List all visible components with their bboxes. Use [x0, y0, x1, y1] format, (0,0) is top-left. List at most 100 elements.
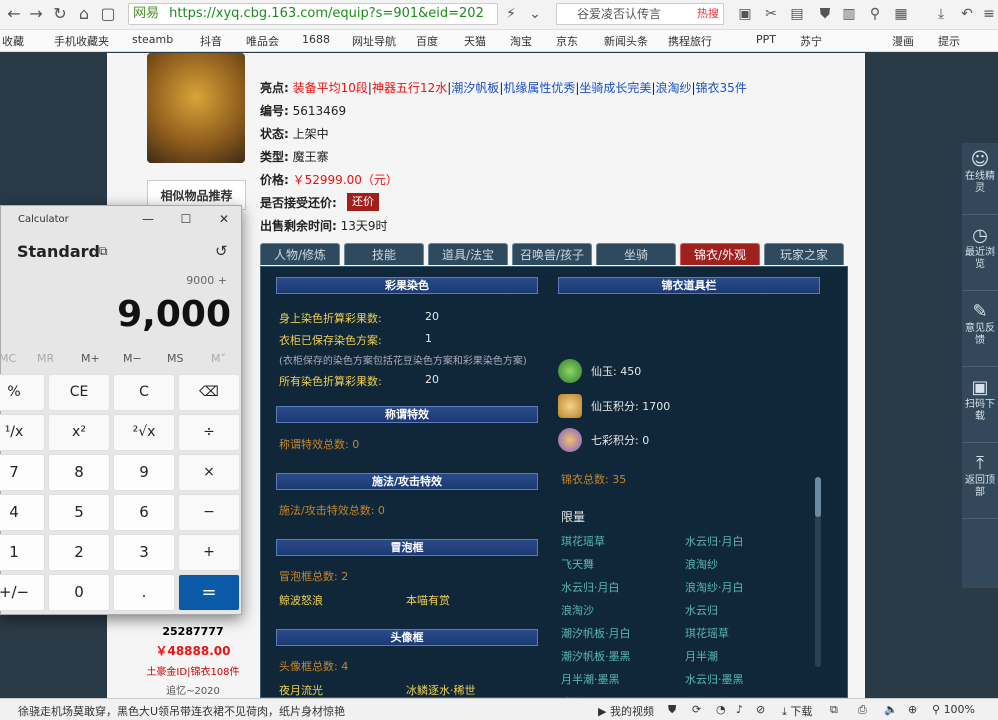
calc-key[interactable]: C	[113, 374, 175, 411]
sidebar-item-feedback[interactable]: ✎ 意见反馈	[962, 295, 998, 367]
calc-key[interactable]: ⌫	[178, 374, 240, 411]
bookmark-item[interactable]: 收藏	[2, 33, 24, 49]
reload-icon[interactable]: ↻	[50, 4, 70, 24]
search-input[interactable]: 谷爱凌否认传言 热搜	[556, 3, 724, 25]
print-icon[interactable]: ⎙	[858, 703, 867, 717]
calc-key[interactable]: +/−	[0, 574, 45, 611]
close-icon[interactable]: ✕	[213, 210, 235, 228]
notes-icon[interactable]: ▥	[840, 5, 858, 23]
volume-icon[interactable]: ♪	[736, 703, 743, 716]
calc-key[interactable]: 7	[0, 454, 45, 491]
bookmark-item[interactable]: 淘宝	[510, 33, 532, 49]
calc-key[interactable]: ¹/x	[0, 414, 45, 451]
calc-key[interactable]: 8	[48, 454, 110, 491]
calc-key[interactable]: 4	[0, 494, 45, 531]
calc-key[interactable]: 9	[113, 454, 175, 491]
address-bar[interactable]: 网易 https://xyq.cbg.163.com/equip?s=901&e…	[128, 3, 498, 25]
minimize-icon[interactable]: —	[137, 210, 159, 228]
extension-icon[interactable]: ▣	[736, 5, 754, 23]
lightning-icon[interactable]: ⚡	[502, 5, 520, 23]
volume-icon[interactable]: 🔈	[884, 703, 898, 716]
bookmark-item[interactable]: 漫画	[892, 33, 914, 49]
bookmark-item[interactable]: 1688	[302, 33, 330, 46]
undo-icon[interactable]: ↶	[958, 5, 976, 23]
calc-key[interactable]: ²√x	[113, 414, 175, 451]
menu-icon[interactable]: ≡	[980, 5, 998, 23]
back-icon[interactable]: ←	[4, 4, 24, 24]
memory-button[interactable]: M+	[81, 352, 100, 365]
download-icon[interactable]: ⤓	[932, 5, 950, 23]
calc-key[interactable]: 3	[113, 534, 175, 571]
calc-key[interactable]: ×	[178, 454, 240, 491]
memory-button[interactable]: MR	[37, 352, 54, 365]
memory-button[interactable]: M˅	[211, 352, 226, 365]
shield-status-icon[interactable]: ⛊	[668, 703, 676, 717]
history-icon[interactable]: ↺	[215, 242, 228, 260]
calc-key[interactable]: +	[178, 534, 240, 571]
bookmark-item[interactable]: PPT	[756, 33, 776, 46]
sidebar-item-online-sprite[interactable]: ☺ 在线精灵	[962, 143, 998, 215]
shield-icon[interactable]: ▢	[98, 4, 118, 24]
calc-key[interactable]: CE	[48, 374, 110, 411]
sidebar-item-top[interactable]: ⤒ 返回顶部	[962, 447, 998, 519]
zoom-icon[interactable]: ⚲	[866, 5, 884, 23]
chevron-down-icon[interactable]: ⌄	[526, 5, 544, 23]
refresh-icon[interactable]: ⟳	[692, 703, 701, 716]
calc-key[interactable]: ÷	[178, 414, 240, 451]
tab-home[interactable]: 玩家之家	[764, 243, 844, 265]
globe-icon[interactable]: ⊕	[908, 703, 917, 716]
calc-key[interactable]: 6	[113, 494, 175, 531]
tab-outfits[interactable]: 锦衣/外观	[680, 243, 760, 265]
forward-icon[interactable]: →	[26, 4, 46, 24]
tab-character[interactable]: 人物/修炼	[260, 243, 340, 265]
download-status[interactable]: ⤓ 下载	[782, 703, 812, 719]
video-icon[interactable]: ▤	[788, 5, 806, 23]
home-icon[interactable]: ⌂	[74, 4, 94, 24]
bargain-button[interactable]: 还价	[347, 193, 379, 211]
bookmark-item[interactable]: 京东	[556, 33, 578, 49]
news-ticker[interactable]: 徐骁走机场莫敢穿，黑色大U领吊带连衣裙不见荷肉，纸片身材惊艳	[18, 703, 345, 719]
zoom-level[interactable]: ⚲ 100%	[932, 703, 975, 716]
bookmark-item[interactable]: 天猫	[464, 33, 486, 49]
calc-key[interactable]: x²	[48, 414, 110, 451]
sidebar-item-qr[interactable]: ▣ 扫码下载	[962, 371, 998, 443]
scissors-icon[interactable]: ✂	[762, 5, 780, 23]
calc-key[interactable]: .	[113, 574, 175, 611]
calc-key[interactable]: 2	[48, 534, 110, 571]
calc-key[interactable]: 0	[48, 574, 110, 611]
bookmark-item[interactable]: 新闻头条	[604, 33, 648, 49]
bookmark-item[interactable]: 携程旅行	[668, 33, 712, 49]
video-link[interactable]: ▶ 我的视频	[598, 703, 654, 719]
bookmark-item[interactable]: 唯品会	[246, 33, 279, 49]
maximize-icon[interactable]: ☐	[175, 210, 197, 228]
calc-key[interactable]: %	[0, 374, 45, 411]
mute-icon[interactable]: ⊘	[756, 703, 765, 716]
calc-key[interactable]: 5	[48, 494, 110, 531]
tab-skills[interactable]: 技能	[344, 243, 424, 265]
shield-badge-icon[interactable]: ⛊	[816, 5, 834, 23]
memory-button[interactable]: MS	[167, 352, 183, 365]
calculator-window[interactable]: Calculator — ☐ ✕ Standard ⧉ ↺ 9000 + 9,0…	[0, 205, 242, 615]
calculator-mode[interactable]: Standard	[17, 242, 100, 261]
scroll-thumb[interactable]	[815, 477, 821, 517]
grid-icon[interactable]: ▦	[892, 5, 910, 23]
tab-pets[interactable]: 召唤兽/孩子	[512, 243, 592, 265]
copy-icon[interactable]: ⧉	[830, 703, 838, 717]
calc-key[interactable]: −	[178, 494, 240, 531]
bookmark-item[interactable]: 抖音	[200, 33, 222, 49]
keep-on-top-icon[interactable]: ⧉	[99, 244, 108, 259]
recommended-item[interactable]: 25287777 ￥48888.00 土豪金ID|锦衣108件 追忆~2020	[143, 613, 243, 697]
bookmark-item[interactable]: 提示	[938, 33, 960, 49]
sidebar-item-recent[interactable]: ◷ 最近浏览	[962, 219, 998, 291]
bookmark-item[interactable]: 网址导航	[352, 33, 396, 49]
bookmark-item[interactable]: steamb	[132, 33, 173, 46]
equals-key[interactable]: =	[178, 574, 240, 611]
memory-button[interactable]: MC	[0, 352, 16, 365]
bookmark-item[interactable]: 百度	[416, 33, 438, 49]
calc-key[interactable]: 1	[0, 534, 45, 571]
edge-icon[interactable]: ◔	[716, 703, 726, 716]
memory-button[interactable]: M−	[123, 352, 142, 365]
tab-items[interactable]: 道具/法宝	[428, 243, 508, 265]
bookmark-item[interactable]: 苏宁	[800, 33, 822, 49]
bookmark-item[interactable]: 手机收藏夹	[54, 33, 109, 49]
